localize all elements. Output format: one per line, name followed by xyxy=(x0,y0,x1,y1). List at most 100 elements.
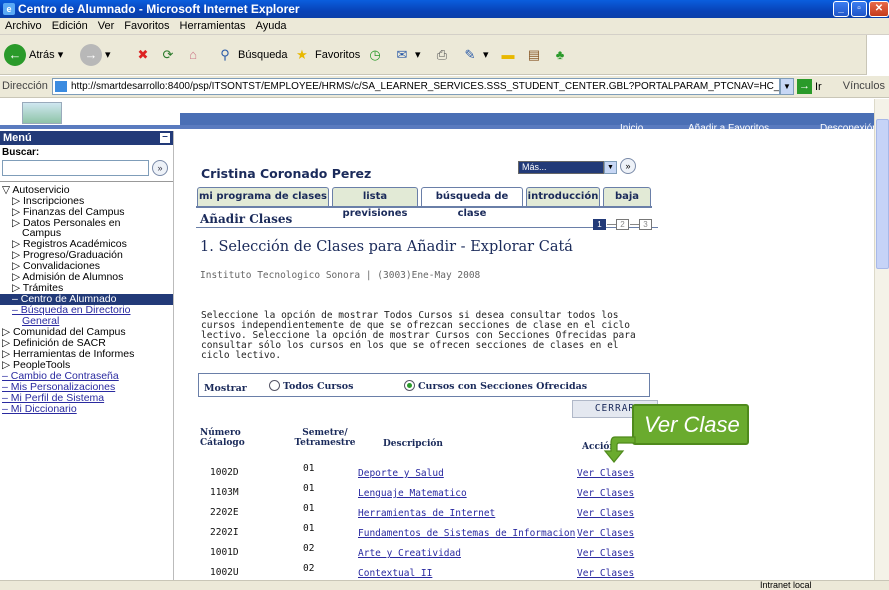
menu-favoritos[interactable]: Favoritos xyxy=(119,18,174,32)
research-button[interactable]: ▤ xyxy=(524,43,544,67)
term-cell: 01 xyxy=(303,463,315,474)
catalog-number-cell: 1001D xyxy=(210,547,239,558)
go-button[interactable]: → Ir xyxy=(797,78,822,95)
step-connector xyxy=(607,224,616,225)
ie-icon: e xyxy=(3,3,15,15)
zone-label: Intranet local xyxy=(760,580,812,590)
catalog-number-cell: 2202E xyxy=(210,507,239,518)
term-cell: 01 xyxy=(303,483,315,494)
mail-button[interactable]: ✉ ▾ xyxy=(392,43,421,67)
vertical-scrollbar[interactable] xyxy=(874,99,889,580)
view-classes-link[interactable]: Ver Clases xyxy=(577,508,634,519)
close-button[interactable]: ✕ xyxy=(869,1,889,17)
header-term: Semetre/ Tetramestre xyxy=(294,428,356,448)
tab-introduccion[interactable]: introducción xyxy=(526,187,600,206)
search-button[interactable]: ⚲ Búsqueda xyxy=(215,43,288,67)
refresh-button[interactable]: ⟳ xyxy=(158,43,178,67)
favorites-button[interactable]: ★ Favoritos xyxy=(292,43,360,67)
windows-logo xyxy=(866,35,889,75)
back-button[interactable]: ← Atrás ▾ xyxy=(4,43,63,67)
menu-ver[interactable]: Ver xyxy=(93,18,120,32)
tab-lista-previsiones[interactable]: lista previsiones xyxy=(332,187,418,219)
step-1: 1 xyxy=(593,219,606,230)
catalog-number-cell: 1103M xyxy=(210,487,239,498)
term-cell: 01 xyxy=(303,523,315,534)
student-name: Cristina Coronado Perez xyxy=(201,166,372,181)
tab-mi-programa[interactable]: mi programa de clases xyxy=(197,187,329,206)
course-description-link[interactable]: Deporte y Salud xyxy=(358,468,444,479)
collapse-icon[interactable]: – xyxy=(160,132,170,143)
step-connector xyxy=(630,224,639,225)
radio-offered-courses-label[interactable]: Cursos con Secciones Ofrecidas xyxy=(418,381,587,392)
tab-busqueda-clase[interactable]: búsqueda de clase xyxy=(421,187,523,219)
tab-baja[interactable]: baja xyxy=(603,187,651,206)
menu-edicion[interactable]: Edición xyxy=(47,18,93,32)
course-description-link[interactable]: Lenguaje Matematico xyxy=(358,488,467,499)
folder-icon: ▬ xyxy=(501,47,515,62)
home-icon: ⌂ xyxy=(189,47,197,62)
favorites-label: Favoritos xyxy=(315,49,361,61)
stop-icon: ✖ xyxy=(137,47,149,62)
logout-link[interactable]: Desconexión xyxy=(820,123,874,134)
header-catalog-number: Número Cátalogo xyxy=(200,428,245,448)
radio-all-courses-label[interactable]: Todos Cursos xyxy=(283,381,353,392)
edit-icon: ✎ xyxy=(464,47,476,62)
catalog-number-cell: 1002U xyxy=(210,567,239,578)
radio-offered-courses[interactable] xyxy=(404,380,415,391)
view-classes-link[interactable]: Ver Clases xyxy=(577,488,634,499)
address-input[interactable]: http://smartdesarrollo:8400/psp/ITSONTST… xyxy=(52,78,780,95)
forward-button[interactable]: → ▾ xyxy=(80,43,111,67)
address-dropdown[interactable]: ▼ xyxy=(780,78,794,95)
header-band xyxy=(180,113,874,125)
messenger-button[interactable]: ♣ xyxy=(550,43,570,67)
course-description-link[interactable]: Fundamentos de Sistemas de Informacion xyxy=(358,528,575,539)
stop-button[interactable]: ✖ xyxy=(133,43,153,67)
callout-arrow-icon xyxy=(603,436,636,463)
sidebar-title: Menú xyxy=(3,132,32,144)
view-classes-link[interactable]: Ver Clases xyxy=(577,568,634,579)
instructions-text: Seleccione la opción de mostrar Todos Cu… xyxy=(201,310,636,361)
scrollbar-thumb[interactable] xyxy=(876,119,889,269)
more-go-button[interactable]: » xyxy=(620,158,636,174)
print-icon: ⎙ xyxy=(436,47,448,62)
sidebar-item[interactable]: – Búsqueda en Directorio xyxy=(0,305,131,316)
minimize-button[interactable]: _ xyxy=(833,1,849,17)
institution-logo xyxy=(22,102,62,124)
course-description-link[interactable]: Herramientas de Internet xyxy=(358,508,495,519)
search-icon: ⚲ xyxy=(220,47,230,62)
go-arrow-icon: → xyxy=(797,79,812,94)
menu-archivo[interactable]: Archivo xyxy=(0,18,47,32)
more-select[interactable]: Más... xyxy=(518,161,604,174)
course-description-link[interactable]: Arte y Creatividad xyxy=(358,548,461,559)
view-classes-link[interactable]: Ver Clases xyxy=(577,468,634,479)
step-2: 2 xyxy=(616,219,629,230)
term-cell: 02 xyxy=(303,563,315,574)
home-link[interactable]: Inicio xyxy=(620,123,643,134)
section-rule xyxy=(196,227,658,228)
radio-all-courses[interactable] xyxy=(269,380,280,391)
print-button[interactable]: ⎙ xyxy=(432,43,452,67)
view-classes-link[interactable]: Ver Clases xyxy=(577,528,634,539)
add-favorites-link[interactable]: Añadir a Favoritos xyxy=(688,123,769,134)
view-classes-link[interactable]: Ver Clases xyxy=(577,548,634,559)
maximize-button[interactable]: ▫ xyxy=(851,1,867,17)
menu-search-button[interactable]: » xyxy=(152,160,168,176)
radio-selected-dot xyxy=(407,383,412,388)
forward-arrow-icon: → xyxy=(80,44,102,66)
edit-button[interactable]: ✎ ▾ xyxy=(460,43,489,67)
course-description-link[interactable]: Contextual II xyxy=(358,568,432,579)
links-label[interactable]: Vínculos xyxy=(843,80,885,92)
history-button[interactable]: ◷ xyxy=(365,43,385,67)
search-label: Búsqueda xyxy=(238,49,288,61)
sidebar-item[interactable]: – Mi Diccionario xyxy=(0,404,77,415)
sidebar-header: Menú – xyxy=(0,131,174,145)
menu-herramientas[interactable]: Herramientas xyxy=(175,18,251,32)
more-select-dropdown[interactable]: ▼ xyxy=(604,161,617,174)
tab-underline xyxy=(196,206,652,208)
search-label: Buscar: xyxy=(2,147,40,158)
show-label: Mostrar xyxy=(204,383,247,394)
home-button[interactable]: ⌂ xyxy=(183,43,203,67)
menu-search-input[interactable] xyxy=(2,160,149,176)
menu-ayuda[interactable]: Ayuda xyxy=(251,18,292,32)
folder-button[interactable]: ▬ xyxy=(498,43,518,67)
